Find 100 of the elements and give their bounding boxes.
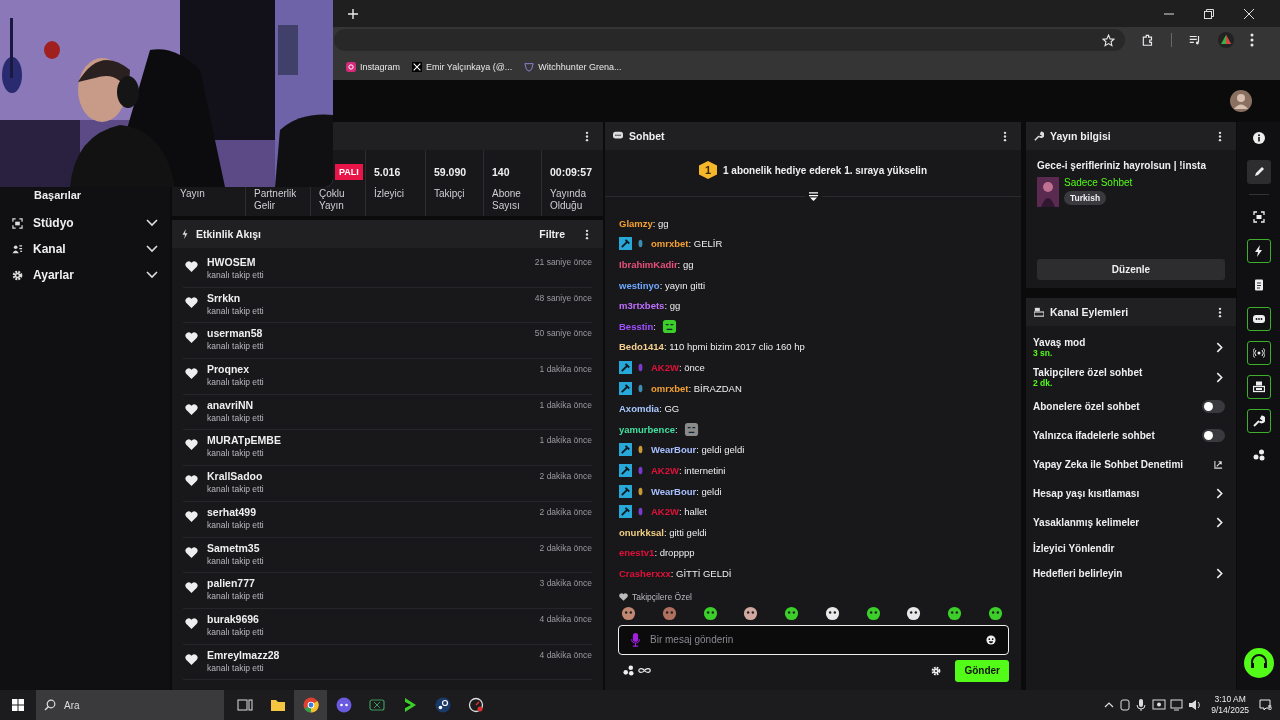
layout-icon[interactable] (1252, 381, 1265, 393)
emote-icon[interactable] (784, 605, 800, 621)
category-thumbnail (1037, 177, 1059, 207)
dots-icon[interactable] (1252, 449, 1265, 461)
doc-icon[interactable] (1252, 279, 1265, 291)
send-button[interactable]: Gönder (955, 659, 1009, 682)
discord-icon[interactable] (335, 697, 352, 713)
steam-icon[interactable] (434, 697, 451, 713)
bookmark[interactable]: Witchhunter Grena... (524, 61, 622, 72)
action-label[interactable]: Yasaklanmış kelimeler (1033, 517, 1140, 528)
broadcast-icon[interactable] (1252, 347, 1265, 359)
heart-icon (185, 582, 198, 594)
emote-icon[interactable] (906, 605, 922, 621)
search-field[interactable]: Ara (36, 690, 224, 720)
chat-icon[interactable] (1252, 313, 1265, 325)
screen-icon[interactable] (1252, 211, 1265, 223)
microphone-icon[interactable] (631, 632, 640, 647)
profile-icon[interactable] (1218, 32, 1234, 48)
chevron-icon[interactable] (146, 245, 158, 253)
more-icon[interactable] (585, 130, 589, 142)
chat-tool-button[interactable] (1246, 307, 1271, 331)
wrench-tool-button[interactable] (1246, 409, 1271, 433)
emote-icon[interactable] (743, 605, 759, 621)
action-label[interactable]: Hedefleri belirleyin (1033, 568, 1123, 579)
more-icon[interactable] (1218, 306, 1222, 318)
taskview-icon[interactable] (236, 697, 253, 713)
more-icon[interactable] (585, 228, 589, 240)
chevron-icon[interactable] (1216, 517, 1223, 528)
sidebar-item[interactable]: Ayarlar (12, 262, 158, 288)
info-icon[interactable] (1252, 132, 1265, 144)
toggle-switch[interactable] (1202, 429, 1225, 442)
chevron-icon[interactable] (1216, 371, 1223, 383)
media-icon[interactable] (1188, 33, 1202, 47)
action-label[interactable]: Yavaş mod (1033, 336, 1086, 348)
chevron-icon[interactable] (146, 271, 158, 279)
search-icon[interactable] (44, 699, 56, 711)
search-input[interactable]: Ara (64, 699, 164, 711)
dots-icon[interactable] (623, 665, 634, 677)
gauge-icon[interactable] (467, 697, 484, 713)
folder-icon[interactable] (269, 697, 286, 713)
message-input[interactable]: Bir mesaj gönderin (650, 634, 976, 646)
event-username: burak9696 (207, 612, 260, 626)
more-icon[interactable] (1218, 130, 1222, 142)
chevron-icon[interactable] (1216, 488, 1223, 499)
filter-button[interactable]: Filtre (539, 228, 565, 240)
x-mark-icon (412, 61, 423, 72)
layout-tool-button[interactable] (1246, 375, 1271, 399)
address-field[interactable] (334, 29, 1125, 51)
emote-icon[interactable] (947, 605, 963, 621)
stream-title: Gece-i şerifleriniz hayrolsun | !insta (1037, 160, 1207, 171)
emoji-icon[interactable] (986, 634, 996, 645)
infinity-icon (638, 667, 651, 675)
menu-icon[interactable] (1250, 33, 1254, 47)
message-field[interactable]: Bir mesaj gönderin (618, 624, 1009, 655)
bolt-tool-button[interactable] (1246, 239, 1271, 263)
event-time: 1 dakika önce (539, 364, 592, 375)
avatar-icon[interactable] (1230, 90, 1252, 112)
sidebar-item[interactable]: Başarılar (12, 188, 82, 210)
action-label[interactable]: Hesap yaşı kısıtlaması (1033, 488, 1140, 499)
event-username: palien777 (207, 577, 256, 591)
sidebar-item[interactable]: Stüdyo (12, 210, 158, 236)
toggle-switch[interactable] (1202, 400, 1225, 413)
xbox-icon[interactable] (368, 697, 385, 713)
settings-icon[interactable] (931, 665, 942, 676)
pencil-tool-button[interactable] (1246, 160, 1271, 184)
emote-icon[interactable] (702, 605, 718, 621)
restore-icon[interactable] (1204, 8, 1214, 19)
emote-icon[interactable] (621, 605, 636, 621)
sidebar-item[interactable]: Kanal (12, 236, 158, 262)
broadcast-tool-button[interactable] (1246, 341, 1271, 365)
heart-icon (185, 332, 198, 344)
chevron-icon[interactable] (1216, 568, 1223, 579)
support-icon[interactable] (1243, 648, 1274, 678)
wrench-icon[interactable] (1252, 415, 1265, 427)
action-label[interactable]: Yapay Zeka ile Sohbet Denetimi (1033, 459, 1184, 470)
external-link-icon[interactable] (1214, 460, 1223, 469)
pencil-icon[interactable] (1252, 166, 1265, 178)
action-label[interactable]: Yalnızca ifadelerle sohbet (1033, 430, 1155, 441)
language-tag[interactable]: Turkish (1064, 191, 1107, 205)
action-label[interactable]: İzleyici Yönlendir (1033, 542, 1115, 554)
puzzle-icon[interactable] (1141, 33, 1155, 47)
bookmark[interactable]: Emir Yalçınkaya (@... (412, 61, 513, 72)
emote-icon[interactable] (824, 605, 840, 621)
emote-icon[interactable] (987, 605, 1003, 621)
chrome-app-icon[interactable] (294, 690, 327, 720)
emote-icon[interactable] (865, 605, 881, 621)
close-icon[interactable] (1244, 8, 1254, 19)
edit-button[interactable]: Düzenle (1037, 259, 1225, 280)
category-link[interactable]: Sadece Sohbet (1064, 177, 1133, 188)
star-icon[interactable] (1102, 33, 1115, 47)
windows-start-icon[interactable] (12, 699, 24, 711)
bolt-icon[interactable] (1252, 245, 1265, 257)
bookmark[interactable]: Instagram (346, 61, 401, 72)
chrome-icon[interactable] (302, 697, 319, 713)
action-label[interactable]: Takipçilere özel sohbet (1033, 366, 1143, 378)
chevron-icon[interactable] (146, 219, 158, 227)
chevron-icon[interactable] (1216, 341, 1223, 353)
action-label[interactable]: Abonelere özel sohbet (1033, 401, 1140, 412)
moderator-badge-icon (619, 237, 632, 251)
more-icon[interactable] (1003, 130, 1007, 142)
